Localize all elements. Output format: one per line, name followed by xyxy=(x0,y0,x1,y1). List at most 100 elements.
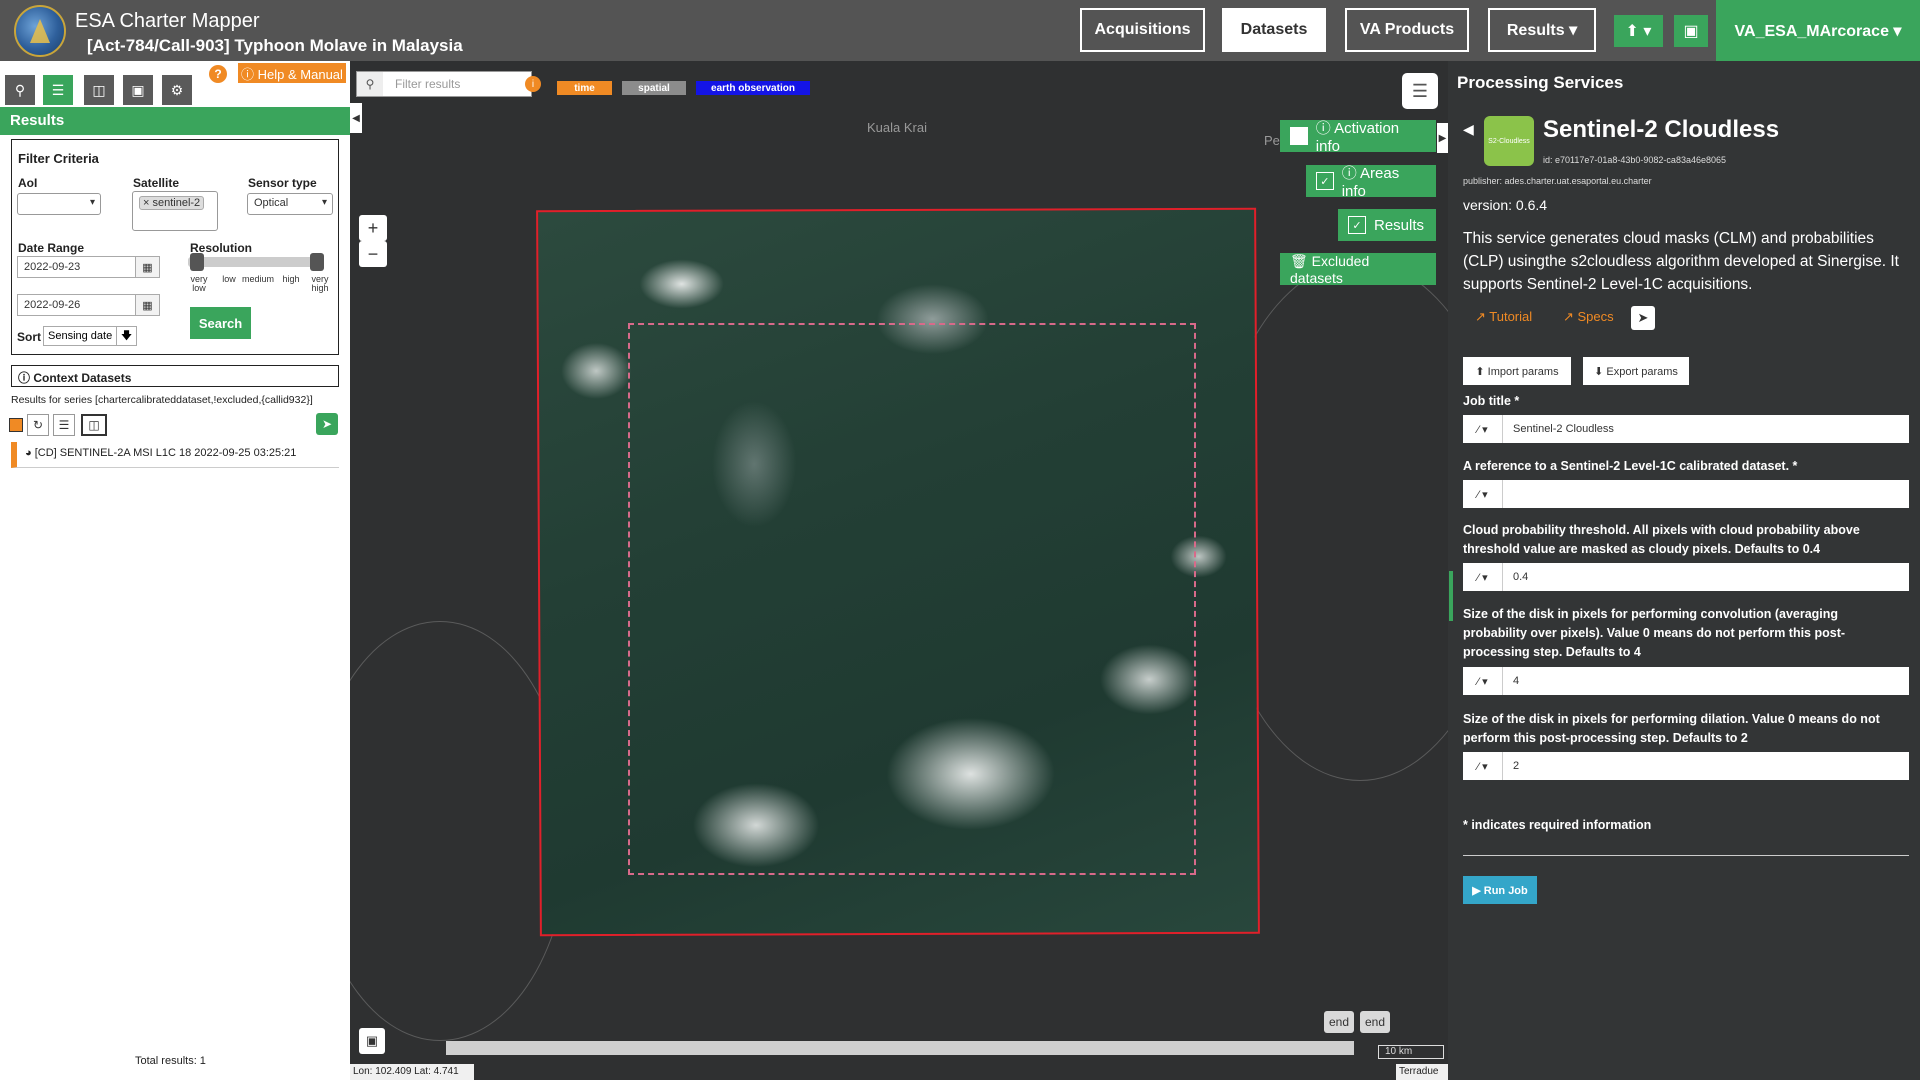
basket-tab-icon[interactable]: ◫ xyxy=(84,75,114,105)
cursor-coordinates: Lon: 102.409 Lat: 4.741 xyxy=(350,1064,474,1080)
dataset-reference-label: A reference to a Sentinel-2 Level-1C cal… xyxy=(1463,459,1798,473)
job-title-label: Job title * xyxy=(1463,394,1520,408)
search-icon: ⚲ xyxy=(357,72,383,96)
run-job-button[interactable]: ▶ Run Job xyxy=(1463,876,1537,904)
results-layer-toggle[interactable]: ✓ Results xyxy=(1338,209,1436,241)
panel-title: Processing Services xyxy=(1457,73,1624,92)
list-view-icon[interactable]: ☰ xyxy=(53,414,75,436)
help-manual-button[interactable]: ⓘ Help & Manual xyxy=(238,63,346,83)
resolution-tick: very low xyxy=(190,274,208,293)
briefcase-icon[interactable]: ▣ xyxy=(1674,15,1708,47)
magic-wand-icon[interactable]: ⁄ ▾ xyxy=(1463,667,1503,695)
dilation-disk-input[interactable]: ⁄ ▾ 2 xyxy=(1463,752,1909,780)
zoom-out-button[interactable]: − xyxy=(359,241,387,267)
share-icon[interactable]: ➤ xyxy=(1631,306,1655,330)
chevron-down-icon: ▾ xyxy=(321,197,327,208)
aoi-select[interactable]: ▾ xyxy=(17,193,101,215)
help-question-icon[interactable]: ? xyxy=(209,65,227,83)
layers-icon[interactable]: ☰ xyxy=(1402,73,1438,109)
resolution-max-handle[interactable] xyxy=(310,253,324,271)
activation-info-toggle[interactable]: ⓘ Activation info xyxy=(1280,120,1436,155)
areas-info-toggle[interactable]: ✓ ⓘ Areas info xyxy=(1306,165,1436,200)
context-datasets-header[interactable]: ⓘ Context Datasets xyxy=(11,365,339,387)
job-title-input[interactable]: ⁄ ▾ Sentinel-2 Cloudless xyxy=(1463,415,1909,443)
checkbox-checked[interactable]: ✓ xyxy=(1348,216,1366,234)
divider xyxy=(1463,855,1909,856)
draw-tool-icon[interactable]: ▣ xyxy=(359,1028,385,1054)
top-header: ESA Charter Mapper [Act-784/Call-903] Ty… xyxy=(0,0,1920,61)
nav-datasets-button[interactable]: Datasets xyxy=(1222,8,1326,52)
checkbox-unchecked[interactable] xyxy=(1290,127,1308,145)
chevron-down-icon: ▾ xyxy=(89,197,95,208)
checkbox-checked[interactable]: ✓ xyxy=(1316,172,1334,190)
map-view[interactable]: ◀ ⚲ Filter results i time spatial earth … xyxy=(350,61,1448,1080)
search-tab-icon[interactable]: ⚲ xyxy=(5,75,35,105)
nav-acquisitions-button[interactable]: Acquisitions xyxy=(1080,8,1205,52)
map-place-label: Pe xyxy=(1264,133,1280,148)
timeline-end-button[interactable]: end xyxy=(1360,1011,1390,1033)
calendar-icon[interactable]: ▦ xyxy=(135,257,159,277)
nav-results-dropdown[interactable]: Results ▾ xyxy=(1488,8,1596,52)
esa-charter-logo xyxy=(14,5,66,57)
search-button[interactable]: Search xyxy=(190,307,251,339)
cloud-threshold-input[interactable]: ⁄ ▾ 0.4 xyxy=(1463,563,1909,591)
collapse-left-panel-arrow[interactable]: ◀ xyxy=(350,103,362,133)
aoi-label: AoI xyxy=(18,176,38,190)
resolution-min-handle[interactable] xyxy=(190,253,204,271)
user-menu[interactable]: VA_ESA_MArcorace ▾ xyxy=(1716,0,1920,61)
info-icon[interactable]: i xyxy=(525,76,541,92)
dataset-reference-input[interactable]: ⁄ ▾ xyxy=(1463,480,1909,508)
date-range-label: Date Range xyxy=(18,241,85,255)
satellite-select[interactable]: × sentinel-2 xyxy=(132,191,218,231)
refresh-icon[interactable]: ↻ xyxy=(27,414,49,436)
magic-wand-icon[interactable]: ⁄ ▾ xyxy=(1463,752,1503,780)
zoom-in-button[interactable]: + xyxy=(359,215,387,241)
filter-criteria-box: Filter Criteria AoI ▾ Satellite × sentin… xyxy=(11,139,339,355)
convolution-disk-input[interactable]: ⁄ ▾ 4 xyxy=(1463,667,1909,695)
resolution-tick: high xyxy=(282,274,300,284)
filter-tag-spatial[interactable]: spatial xyxy=(622,81,686,95)
select-all-checkbox[interactable] xyxy=(9,418,23,432)
resolution-slider[interactable] xyxy=(188,257,321,267)
filter-tag-earth-observation[interactable]: earth observation xyxy=(696,81,810,95)
archive-tab-icon[interactable]: ▣ xyxy=(123,75,153,105)
active-field-marker xyxy=(1449,571,1453,621)
tutorial-link[interactable]: ↗ Tutorial xyxy=(1475,309,1532,325)
add-to-basket-icon[interactable]: ◫ xyxy=(81,414,107,436)
arrow-down-icon[interactable]: 🡇 xyxy=(116,327,136,345)
convolution-disk-label: Size of the disk in pixels for performin… xyxy=(1463,607,1846,659)
import-params-button[interactable]: ⬆ Import params xyxy=(1463,357,1571,385)
sensor-type-select[interactable]: Optical ▾ xyxy=(247,193,333,215)
map-place-label: Kuala Krai xyxy=(867,120,927,135)
date-from-input[interactable]: 2022-09-23 ▦ xyxy=(17,256,160,278)
satellite-chip[interactable]: × sentinel-2 xyxy=(139,196,205,210)
results-header: Results xyxy=(0,107,350,135)
filter-title: Filter Criteria xyxy=(18,151,99,166)
map-filter-input[interactable]: ⚲ Filter results i xyxy=(356,71,541,97)
timeline-scrollbar[interactable] xyxy=(446,1041,1354,1055)
expand-right-panel-arrow[interactable]: ▶ xyxy=(1437,123,1448,153)
magic-wand-icon[interactable]: ⁄ ▾ xyxy=(1463,415,1503,443)
magic-wand-icon[interactable]: ⁄ ▾ xyxy=(1463,563,1503,591)
series-query-text: Results for series [chartercalibrateddat… xyxy=(11,394,313,406)
resolution-tick: low xyxy=(222,274,236,284)
filter-tag-time[interactable]: time xyxy=(557,81,612,95)
calendar-icon[interactable]: ▦ xyxy=(135,295,159,315)
app-title: ESA Charter Mapper xyxy=(75,10,260,32)
upload-icon[interactable]: ⬆ ▾ xyxy=(1614,15,1663,47)
sort-label: Sort xyxy=(17,330,41,344)
date-to-input[interactable]: 2022-09-26 ▦ xyxy=(17,294,160,316)
magic-wand-icon[interactable]: ⁄ ▾ xyxy=(1463,480,1503,508)
back-arrow-icon[interactable]: ◀ xyxy=(1463,121,1474,138)
sort-select[interactable]: Sensing date 🡇 xyxy=(43,326,137,346)
list-tab-icon[interactable]: ☰ xyxy=(43,75,73,105)
share-icon[interactable]: ➤ xyxy=(316,413,338,435)
excluded-datasets-button[interactable]: 🗑 Excluded datasets xyxy=(1280,253,1436,286)
timeline-end-button[interactable]: end xyxy=(1324,1011,1354,1033)
specs-link[interactable]: ↗ Specs xyxy=(1563,309,1614,325)
nav-va-products-button[interactable]: VA Products xyxy=(1345,8,1469,52)
gear-tab-icon[interactable]: ⚙ xyxy=(162,75,192,105)
export-params-button[interactable]: ⬇ Export params xyxy=(1583,357,1689,385)
map-attribution[interactable]: Terradue xyxy=(1396,1064,1448,1080)
result-list-item[interactable]: ◕ [CD] SENTINEL-2A MSI L1C 18 2022-09-25… xyxy=(11,442,339,468)
